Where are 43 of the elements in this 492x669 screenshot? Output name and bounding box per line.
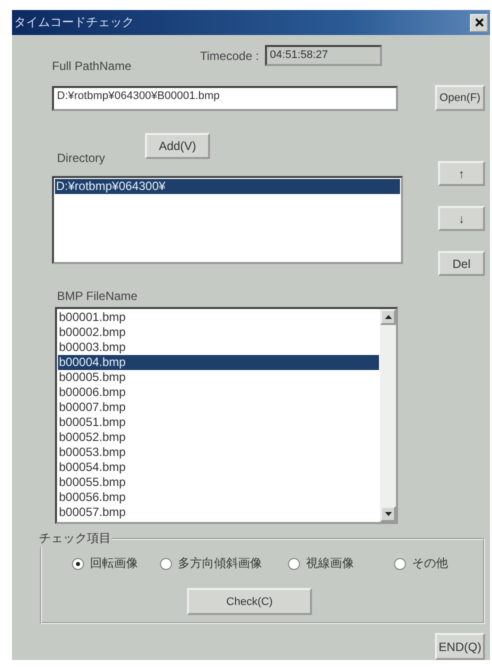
end-button[interactable]: END(Q) [435,633,485,660]
list-item[interactable]: b00005.bmp [58,370,379,385]
list-item[interactable]: b00006.bmp [58,385,379,400]
list-item[interactable]: b00053.bmp [58,445,379,460]
list-item[interactable]: b00057.bmp [58,505,379,520]
list-item[interactable]: b00004.bmp [58,355,379,370]
list-item[interactable]: b00051.bmp [58,415,379,430]
list-item[interactable]: b00052.bmp [58,430,379,445]
list-item[interactable]: b00003.bmp [58,340,379,355]
window-title: タイムコードチェック [14,14,134,31]
move-up-button[interactable]: ↑ [438,161,485,186]
radio-button[interactable] [160,558,172,570]
file-list-label: BMP FileName [57,289,138,303]
radio-button[interactable] [394,558,406,570]
radio-option[interactable]: 視線画像 [288,555,354,572]
open-button[interactable]: Open(F) [435,85,485,111]
list-item[interactable]: b00001.bmp [58,310,379,325]
field-label: Full PathName [52,59,132,73]
list-item[interactable]: b00007.bmp [58,400,379,415]
list-item[interactable]: b00002.bmp [58,325,379,340]
list-item[interactable]: b00054.bmp [58,460,379,475]
list-item[interactable]: b00056.bmp [58,490,379,505]
path-field[interactable]: D:¥rotbmp¥064300¥B00001.bmp [52,86,398,110]
list-item[interactable]: b00055.bmp [58,475,379,490]
timecode-field: 04:51:58:27 [264,45,382,66]
scroll-up-icon [384,315,392,319]
radio-option[interactable]: その他 [394,555,448,572]
list-item[interactable]: D:¥rotbmp¥064300¥ [55,179,400,194]
timecode-label: Timecode : [200,48,259,62]
add-button[interactable]: Add(V) [145,133,210,159]
scroll-down-icon [384,512,392,516]
delete-button[interactable]: Del [438,251,485,276]
close-icon [474,18,484,27]
radio-button[interactable] [72,558,84,570]
move-down-button[interactable]: ↓ [438,206,485,231]
close-button[interactable] [470,14,488,32]
radio-button[interactable] [288,558,300,570]
group-label: チェック項目 [38,530,112,547]
check-button[interactable]: Check(C) [187,588,312,615]
radio-option[interactable]: 回転画像 [72,555,138,572]
scrollbar[interactable] [380,309,396,522]
radio-option[interactable]: 多方向傾斜画像 [160,555,262,572]
directory-label: Directory [57,151,106,165]
